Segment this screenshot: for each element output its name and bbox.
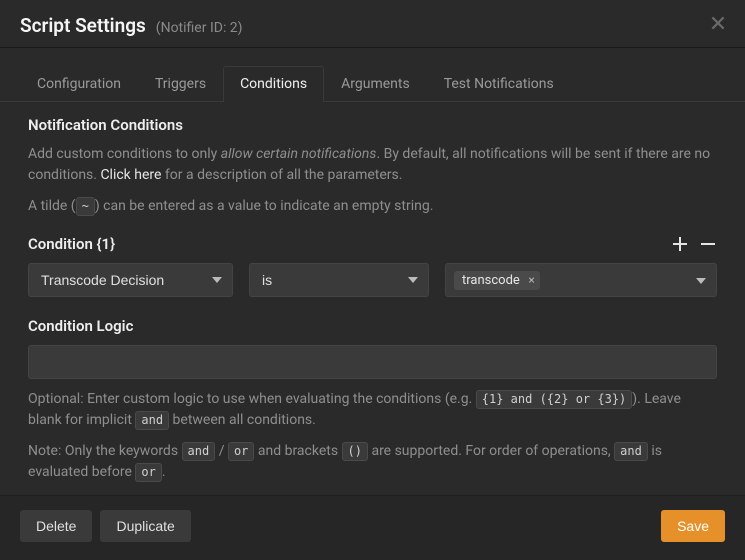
condition-value-tag: transcode × [454, 271, 540, 290]
tab-configuration[interactable]: Configuration [20, 66, 138, 102]
tab-conditions[interactable]: Conditions [223, 66, 324, 102]
tilde-hint: A tilde (~) can be entered as a value to… [28, 196, 717, 217]
save-button[interactable]: Save [661, 510, 725, 542]
tab-triggers[interactable]: Triggers [138, 66, 223, 102]
modal-title: Script Settings [20, 14, 146, 37]
remove-condition-icon[interactable] [699, 235, 717, 253]
modal-header: Script Settings (Notifier ID: 2) [0, 0, 745, 48]
condition-logic-input[interactable] [28, 345, 717, 379]
logic-help: Optional: Enter custom logic to use when… [28, 389, 717, 431]
tab-bar: Configuration Triggers Conditions Argume… [0, 66, 745, 102]
delete-button[interactable]: Delete [20, 510, 92, 542]
remove-tag-icon[interactable]: × [528, 274, 534, 286]
notifier-id: (Notifier ID: 2) [156, 20, 243, 36]
modal-body: Notification Conditions Add custom condi… [0, 102, 745, 495]
params-help-link[interactable]: Click here [100, 167, 161, 183]
condition-operator-select[interactable]: is [249, 263, 429, 297]
close-icon[interactable] [709, 14, 729, 34]
condition-row: Transcode Decision is transcode × [28, 263, 717, 297]
logic-label: Condition Logic [28, 317, 717, 335]
tab-test-notifications[interactable]: Test Notifications [427, 66, 571, 102]
chevron-down-icon[interactable] [696, 272, 706, 288]
section-title: Notification Conditions [28, 116, 717, 134]
condition-label: Condition {1} [28, 235, 115, 253]
condition-parameter-select[interactable]: Transcode Decision [28, 263, 233, 297]
settings-modal: Script Settings (Notifier ID: 2) Configu… [0, 0, 745, 560]
condition-header: Condition {1} [28, 235, 717, 253]
modal-footer: Delete Duplicate Save [0, 495, 745, 560]
section-description: Add custom conditions to only allow cert… [28, 144, 717, 186]
tilde-code: ~ [76, 197, 95, 216]
tab-arguments[interactable]: Arguments [324, 66, 427, 102]
duplicate-button[interactable]: Duplicate [100, 510, 190, 542]
condition-value-input[interactable]: transcode × [445, 263, 717, 297]
add-condition-icon[interactable] [671, 235, 689, 253]
logic-note: Note: Only the keywords and / or and bra… [28, 441, 717, 483]
